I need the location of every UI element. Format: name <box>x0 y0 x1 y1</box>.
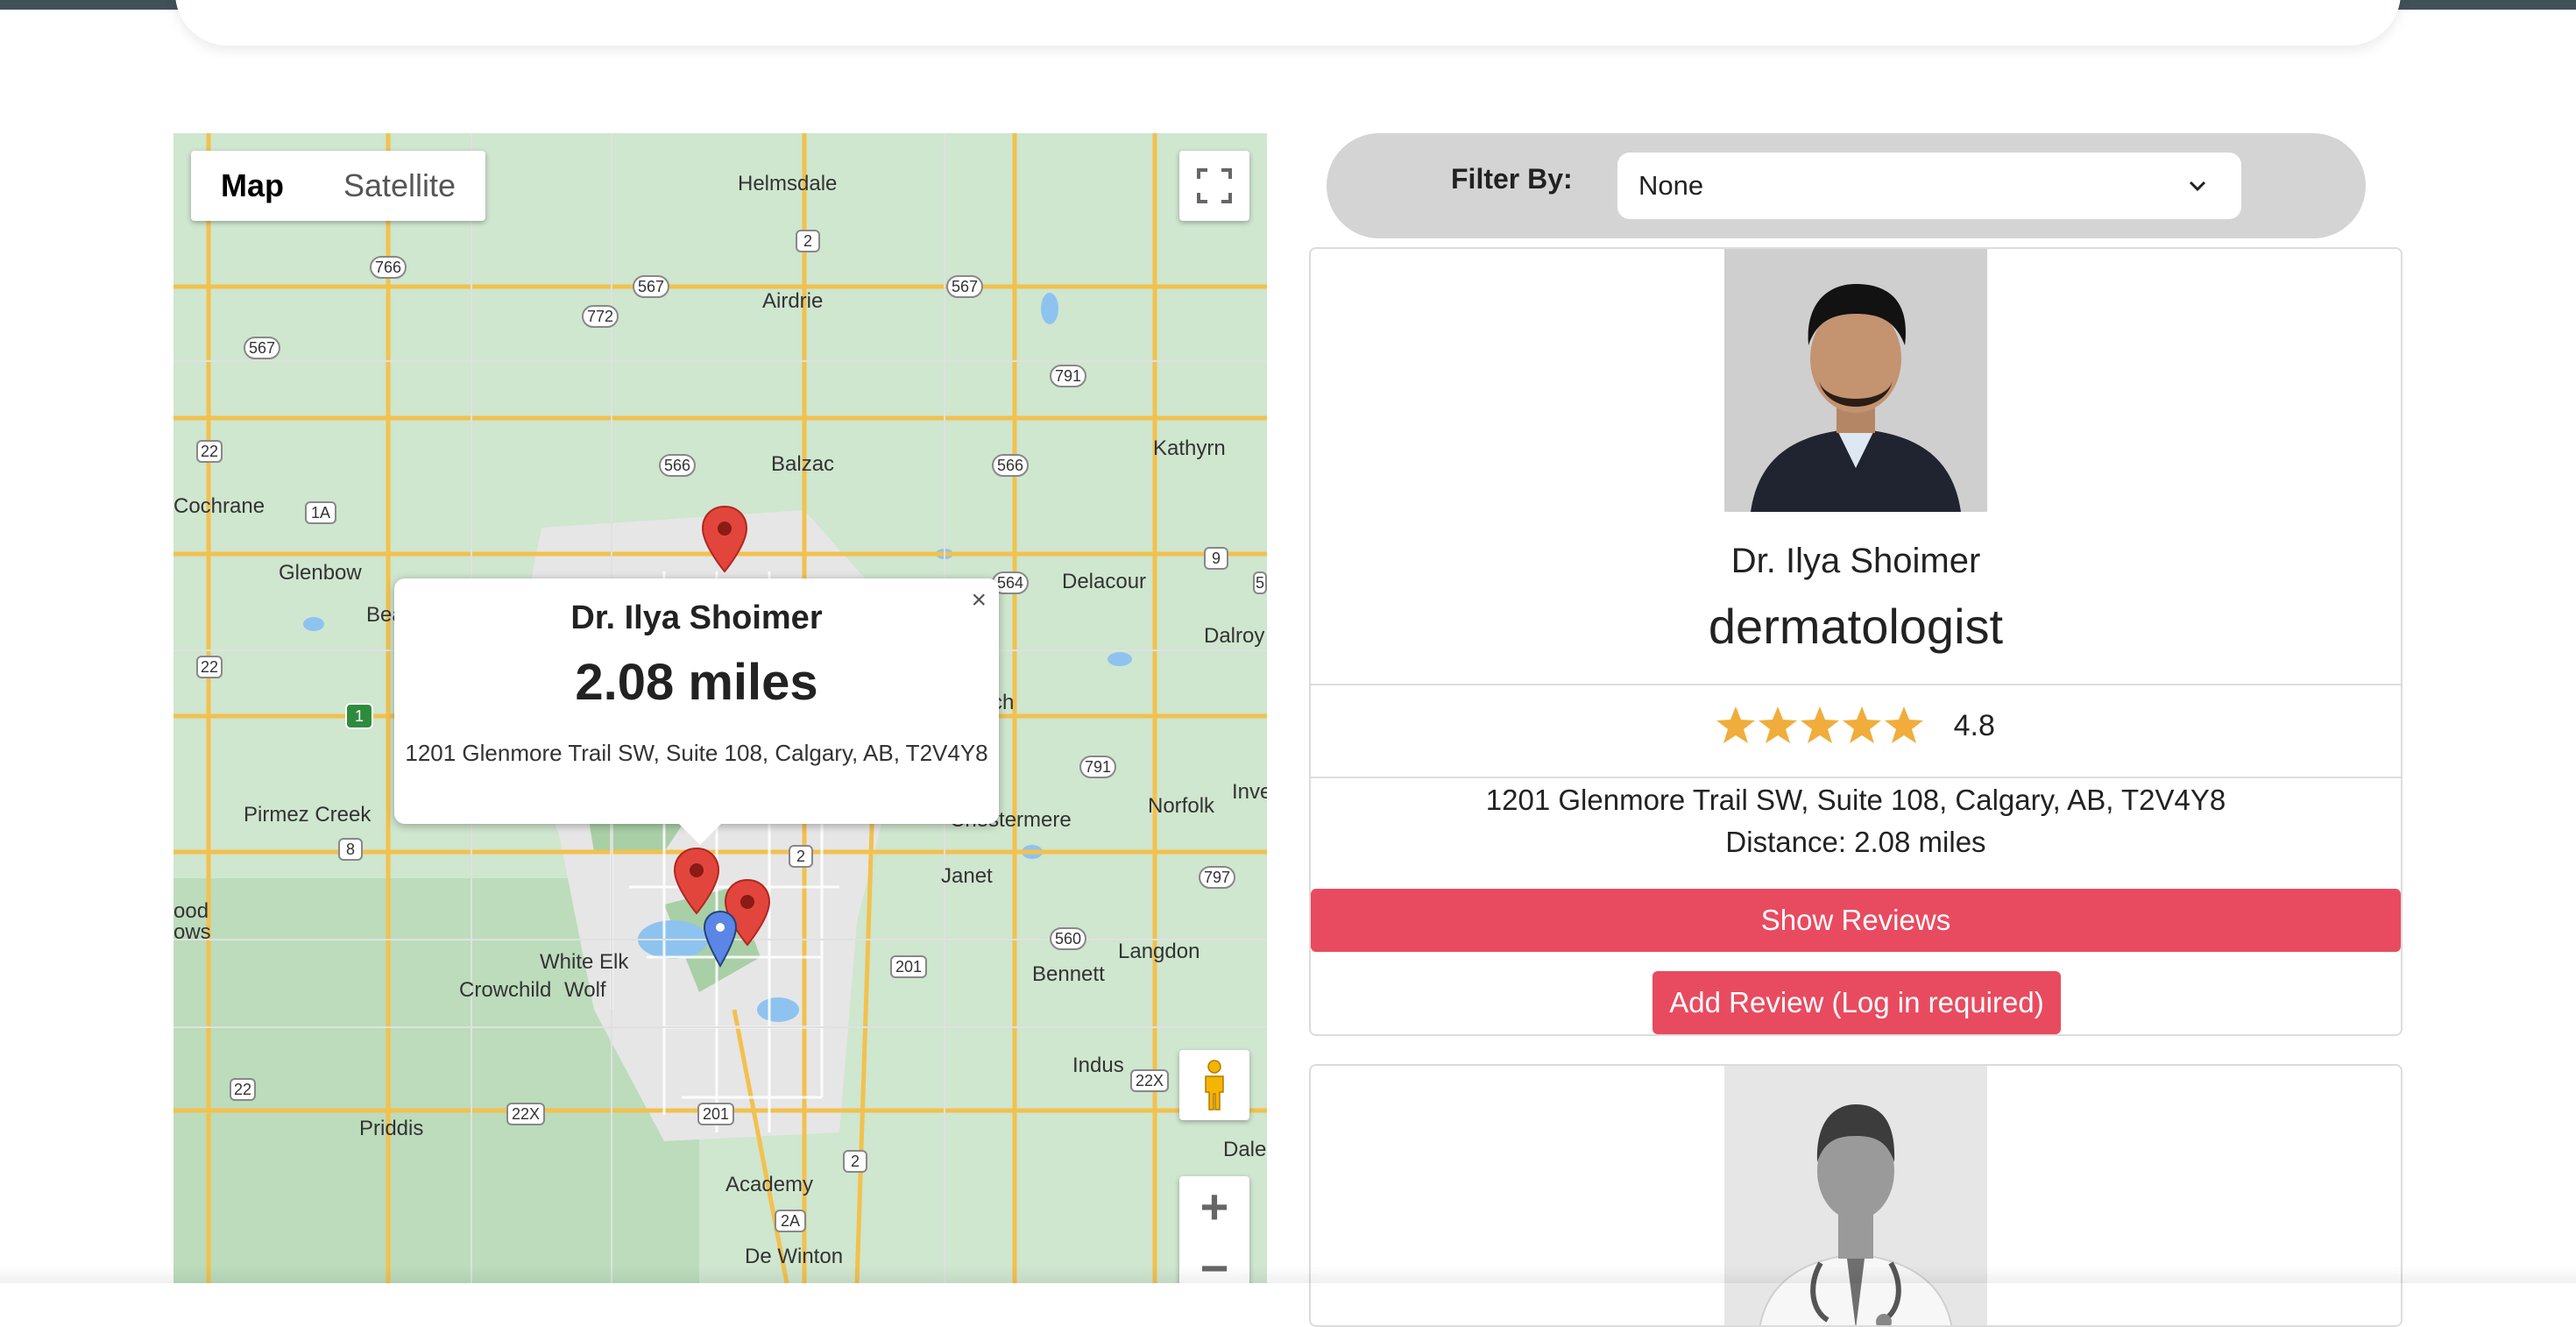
doctor-card: Dr. Ilya Shoimer dermatologist 4.8 1201 … <box>1309 247 2403 1036</box>
road-shield: 22 <box>230 1078 256 1101</box>
road-shield: 2 <box>796 230 820 252</box>
road-shield: 567 <box>633 275 669 298</box>
road-shield: 22X <box>506 1103 545 1125</box>
place-label-priddis: Priddis <box>359 1117 424 1140</box>
doctor-distance: Distance: 2.08 miles <box>1725 826 1986 858</box>
place-label-balzac: Balzac <box>771 452 835 476</box>
road-shield: 2 <box>843 1150 867 1173</box>
doctor-card <box>1309 1064 2403 1327</box>
filter-label: Filter By: <box>1451 163 1573 195</box>
rating-row: 4.8 <box>1311 705 2401 747</box>
header-card <box>175 0 2401 46</box>
place-label-janet: Janet <box>941 864 993 888</box>
road-shield: 791 <box>1050 365 1086 387</box>
info-window-doctor-name: Dr. Ilya Shoimer <box>570 600 823 636</box>
place-label-dalroy: Dalroy <box>1204 624 1265 648</box>
info-window-close-icon[interactable]: × <box>971 585 987 615</box>
place-label-bennett: Bennett <box>1032 962 1105 986</box>
map-marker-icon[interactable] <box>701 505 748 573</box>
road-shield: 566 <box>659 454 696 477</box>
place-label-glenbow: Glenbow <box>279 561 362 585</box>
road-shield: 201 <box>697 1103 734 1125</box>
fullscreen-button[interactable] <box>1179 151 1249 221</box>
page-bottom-shade <box>0 1266 2576 1283</box>
place-label-ows: ows <box>173 920 211 944</box>
divider <box>1311 684 2401 685</box>
place-label-crowchild: Crowchild <box>459 978 552 1002</box>
rating-stars <box>1716 706 1924 743</box>
doctor-photo-placeholder <box>1724 1066 1987 1325</box>
star-icon <box>1885 706 1924 743</box>
divider <box>1311 777 2401 778</box>
zoom-in-button[interactable]: + <box>1179 1176 1249 1238</box>
street-view-button[interactable] <box>1179 1050 1249 1120</box>
place-label-white-elk: White Elk <box>540 950 629 974</box>
road-shield: 560 <box>1050 927 1086 950</box>
info-window-distance: 2.08 miles <box>575 654 818 711</box>
road-shield: 791 <box>1079 756 1116 778</box>
rating-value: 4.8 <box>1953 708 1995 742</box>
map-type-map-button[interactable]: Map <box>191 151 314 221</box>
star-icon <box>1843 706 1882 743</box>
road-shield: 2A <box>775 1210 806 1232</box>
place-label-wolf: Wolf <box>564 978 606 1002</box>
fullscreen-icon <box>1197 168 1232 203</box>
pegman-icon <box>1205 1060 1224 1111</box>
filter-selected-value: None <box>1638 170 1704 201</box>
road-shield: 766 <box>370 256 407 279</box>
road-shield: 201 <box>890 955 927 978</box>
road-shield: 1 <box>345 703 373 729</box>
place-label-kathyrn: Kathyrn <box>1153 436 1226 460</box>
road-shield: 22X <box>1130 1069 1169 1092</box>
doctor-photo <box>1724 249 1987 512</box>
place-label-pirmez-creek: Pirmez Creek <box>244 803 372 827</box>
add-review-button[interactable]: Add Review (Log in required) <box>1652 971 2061 1034</box>
map-type-satellite-button[interactable]: Satellite <box>314 151 485 221</box>
road-shield: 5 <box>1253 571 1267 594</box>
place-label-inve: Inve <box>1232 780 1267 804</box>
place-label-cochrane: Cochrane <box>173 494 265 518</box>
user-location-icon[interactable] <box>703 910 738 968</box>
road-shield: 8 <box>338 838 363 861</box>
filter-select[interactable]: None <box>1617 153 2241 219</box>
road-shield: 2 <box>789 845 813 868</box>
map[interactable]: Helmsdale Airdrie Kathyrn Balzac Cochran… <box>173 133 1267 1283</box>
chevron-down-icon <box>2189 181 2206 192</box>
road-shield: 567 <box>244 337 280 359</box>
filter-bar: Filter By: None <box>1327 133 2366 238</box>
star-icon <box>1716 706 1756 743</box>
road-shield: 9 <box>1204 547 1228 570</box>
road-shield: 566 <box>992 454 1029 477</box>
place-label-dale: Dale <box>1223 1138 1267 1161</box>
place-label-delacour: Delacour <box>1062 570 1147 593</box>
road-shield: 797 <box>1199 866 1235 889</box>
place-label-academy: Academy <box>725 1173 814 1196</box>
place-label-indus: Indus <box>1072 1054 1124 1077</box>
place-label-helmsdale: Helmsdale <box>738 172 838 195</box>
doctor-specialty: dermatologist <box>1708 599 2004 654</box>
star-icon <box>1801 706 1840 743</box>
doctor-name: Dr. Ilya Shoimer <box>1730 542 1981 580</box>
road-shield: 1A <box>305 501 336 524</box>
road-shield: 22 <box>196 440 223 463</box>
info-window-address: 1201 Glenmore Trail SW, Suite 108, Calga… <box>405 740 988 766</box>
doctor-address: 1201 Glenmore Trail SW, Suite 108, Calga… <box>1485 784 2226 816</box>
place-label-airdrie: Airdrie <box>762 289 824 313</box>
road-shield: 22 <box>196 656 223 678</box>
place-label-langdon: Langdon <box>1118 940 1200 963</box>
place-label-norfolk: Norfolk <box>1148 794 1215 818</box>
map-marker-icon[interactable] <box>673 847 720 915</box>
show-reviews-button[interactable]: Show Reviews <box>1311 889 2401 952</box>
road-shield: 567 <box>946 275 983 298</box>
info-window: × Dr. Ilya Shoimer 2.08 miles 1201 Glenm… <box>394 578 999 845</box>
map-type-control: Map Satellite <box>191 151 486 221</box>
road-shield: 772 <box>582 305 619 328</box>
star-icon <box>1759 706 1798 743</box>
